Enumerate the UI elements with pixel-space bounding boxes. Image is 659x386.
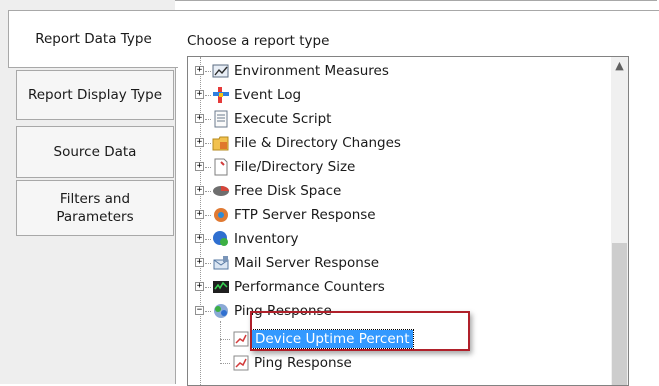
ftp-server-icon xyxy=(214,208,228,222)
tree-item-environment-measures[interactable]: + Environment Measures xyxy=(188,59,608,83)
tree-child-ping-response[interactable]: Ping Response xyxy=(188,351,608,375)
tree-connector xyxy=(205,239,211,240)
tree-item-label: Environment Measures xyxy=(234,63,389,79)
tab-source-data[interactable]: Source Data xyxy=(16,126,174,178)
tree-item-file-directory-size[interactable]: + File/Directory Size xyxy=(188,155,608,179)
expand-icon[interactable]: + xyxy=(195,114,204,123)
tree-item-label: File & Directory Changes xyxy=(234,135,401,151)
tree-item-label: Free Disk Space xyxy=(234,183,342,199)
report-wizard: Report Data Type Report Display Type Sou… xyxy=(0,0,659,386)
ping-response-icon xyxy=(214,304,228,318)
tree-connector xyxy=(205,71,211,72)
tab-report-data-type[interactable]: Report Data Type xyxy=(8,10,178,68)
tree-item-mail-server-response[interactable]: + Mail Server Response xyxy=(188,251,608,275)
expand-icon[interactable]: + xyxy=(195,234,204,243)
tab-report-display-type[interactable]: Report Display Type xyxy=(16,70,174,120)
tree-connector xyxy=(205,119,211,120)
tree-item-execute-script[interactable]: + Execute Script xyxy=(188,107,608,131)
disk-space-icon xyxy=(213,186,229,196)
tree-connector xyxy=(205,191,211,192)
tab-filters-and-parameters[interactable]: Filters and Parameters xyxy=(16,180,174,236)
folder-changes-icon xyxy=(212,136,229,151)
tab-panel-top-border xyxy=(175,10,659,11)
expand-icon[interactable]: + xyxy=(195,186,204,195)
tree-connector xyxy=(205,311,211,312)
tree-item-label: File/Directory Size xyxy=(234,159,356,175)
tree-item-label: Performance Counters xyxy=(234,279,385,295)
expand-icon[interactable]: + xyxy=(195,162,204,171)
collapse-icon[interactable]: − xyxy=(195,306,204,315)
mail-server-icon xyxy=(213,256,229,270)
expand-icon[interactable]: + xyxy=(195,282,204,291)
inventory-icon xyxy=(213,231,228,246)
expand-icon[interactable]: + xyxy=(195,66,204,75)
report-chart-icon xyxy=(233,355,249,371)
expand-icon[interactable]: + xyxy=(195,258,204,267)
expand-icon[interactable]: + xyxy=(195,138,204,147)
tree-connector xyxy=(220,363,230,364)
tree-connector xyxy=(205,95,211,96)
report-chart-icon xyxy=(233,331,249,347)
highlight-callout xyxy=(250,311,470,351)
tree-item-label: Inventory xyxy=(234,231,299,247)
tree-item-label: Event Log xyxy=(234,87,302,103)
expand-icon[interactable]: + xyxy=(195,210,204,219)
tree-connector xyxy=(220,339,230,340)
tree-connector xyxy=(205,287,211,288)
tree-item-event-log[interactable]: + Event Log xyxy=(188,83,608,107)
tree-item-inventory[interactable]: + Inventory xyxy=(188,227,608,251)
scroll-up-arrow-icon[interactable]: ▲ xyxy=(611,57,628,74)
tree-item-label: Mail Server Response xyxy=(234,255,380,271)
vertical-scrollbar[interactable]: ▲ xyxy=(611,57,628,385)
tree-item-label: Ping Response xyxy=(254,355,352,371)
performance-counter-icon xyxy=(213,281,229,293)
script-icon xyxy=(214,110,228,128)
tree-connector xyxy=(205,263,211,264)
expand-icon[interactable]: + xyxy=(195,90,204,99)
section-heading: Choose a report type xyxy=(187,33,330,49)
tree-item-ftp-server-response[interactable]: + FTP Server Response xyxy=(188,203,608,227)
tree-connector xyxy=(205,167,211,168)
tab-panel-left-border xyxy=(175,68,176,384)
scrollbar-thumb[interactable] xyxy=(612,243,627,385)
tree-item-label: Execute Script xyxy=(234,111,332,127)
tree-item-performance-counters[interactable]: + Performance Counters xyxy=(188,275,608,299)
tree-connector xyxy=(205,215,211,216)
event-log-icon xyxy=(213,87,229,103)
tab-strip: Report Data Type Report Display Type Sou… xyxy=(0,0,178,384)
environment-gauge-icon xyxy=(212,64,229,78)
file-size-icon xyxy=(214,158,228,176)
tree-connector xyxy=(205,143,211,144)
tree-item-free-disk-space[interactable]: + Free Disk Space xyxy=(188,179,608,203)
tree-item-file-directory-changes[interactable]: + File & Directory Changes xyxy=(188,131,608,155)
tree-item-label: FTP Server Response xyxy=(234,207,376,223)
